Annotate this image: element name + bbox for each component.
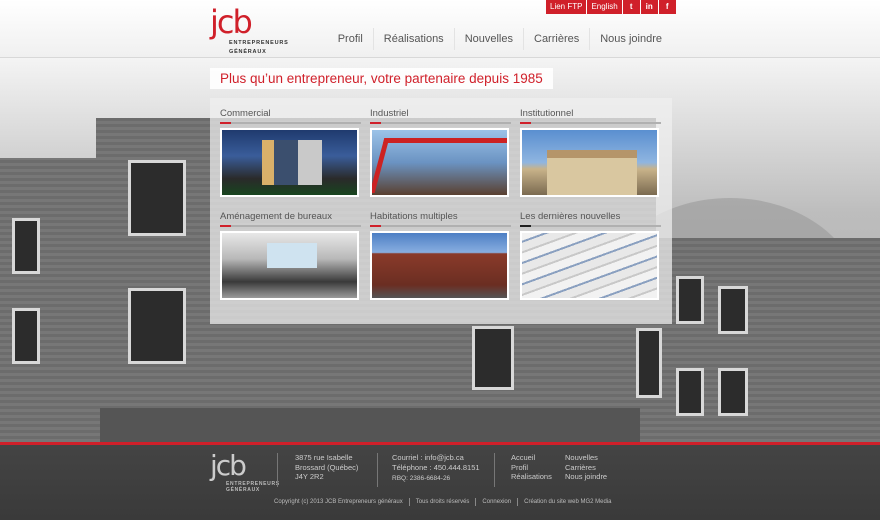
category-title[interactable]: Les dernières nouvelles: [520, 211, 661, 225]
address-line: 3875 rue Isabelle: [295, 453, 353, 462]
footer-address: 3875 rue Isabelle Brossard (Québec) J4Y …: [295, 453, 358, 482]
language-link[interactable]: English: [587, 0, 622, 14]
category-dernieres-nouvelles[interactable]: Les dernières nouvelles: [520, 211, 661, 300]
footer-bottom-bar: Copyright (c) 2013 JCB Entrepreneurs gén…: [274, 498, 617, 506]
category-title[interactable]: Institutionnel: [520, 108, 661, 122]
category-thumbnail[interactable]: [220, 128, 359, 197]
nav-profil[interactable]: Profil: [328, 28, 373, 50]
category-rule: [370, 122, 511, 124]
footer-logo[interactable]: jcb ENTREPRENEURS GÉNÉRAUX: [210, 449, 280, 494]
category-rule: [220, 122, 361, 124]
window: [718, 368, 748, 416]
storefront: [100, 408, 640, 445]
contact-email[interactable]: Courriel : info@jcb.ca: [392, 453, 480, 463]
category-institutionnel[interactable]: Institutionnel: [520, 108, 661, 197]
facebook-icon[interactable]: f: [658, 0, 676, 14]
contact-rbq: RBQ: 2386-6684-26: [392, 475, 451, 482]
footer-logo-mark: jcb: [210, 449, 247, 482]
linkedin-icon[interactable]: in: [640, 0, 658, 14]
window: [472, 326, 514, 390]
main-nav: Profil Réalisations Nouvelles Carrières …: [328, 28, 672, 50]
site-footer: jcb ENTREPRENEURS GÉNÉRAUX 3875 rue Isab…: [0, 442, 880, 520]
category-rule: [520, 225, 661, 227]
footer-divider: [494, 453, 495, 487]
footer-divider: [277, 453, 278, 487]
address-line: Brossard (Québec): [295, 462, 359, 472]
window: [128, 160, 186, 236]
footer-link-accueil[interactable]: Accueil: [511, 453, 552, 463]
footer-link-realisations[interactable]: Réalisations: [511, 472, 552, 482]
footer-contact: Courriel : info@jcb.ca Téléphone : 450.4…: [392, 453, 480, 484]
credit-link[interactable]: Création du site web MG2 Media: [517, 498, 617, 506]
category-rule: [520, 122, 661, 124]
jcb-logo[interactable]: jcb ENTREPRENEURS GÉNÉRAUX: [210, 6, 290, 56]
logo-subtitle-2: GÉNÉRAUX: [229, 49, 267, 55]
footer-divider: [377, 453, 378, 487]
twitter-icon[interactable]: t: [622, 0, 640, 14]
footer-link-carrieres[interactable]: Carrières: [565, 463, 607, 473]
building-left: [0, 158, 110, 445]
rights-text: Tous droits réservés: [408, 498, 476, 506]
footer-links-col1: Accueil Profil Réalisations: [511, 453, 552, 482]
site-header: jcb ENTREPRENEURS GÉNÉRAUX Lien FTP Engl…: [0, 0, 880, 58]
category-amenagement-bureaux[interactable]: Aménagement de bureaux: [220, 211, 361, 300]
window: [636, 328, 662, 398]
category-thumbnail[interactable]: [520, 231, 659, 300]
footer-logo-subtitle-2: GÉNÉRAUX: [226, 487, 260, 493]
footer-link-nous-joindre[interactable]: Nous joindre: [565, 472, 607, 482]
login-link[interactable]: Connexion: [475, 498, 517, 506]
category-title[interactable]: Aménagement de bureaux: [220, 211, 361, 225]
nav-carrieres[interactable]: Carrières: [523, 28, 589, 50]
category-thumbnail[interactable]: [520, 128, 659, 197]
footer-link-nouvelles[interactable]: Nouvelles: [565, 453, 607, 463]
nav-realisations[interactable]: Réalisations: [372, 28, 454, 50]
window: [718, 286, 748, 334]
nav-nous-joindre[interactable]: Nous joindre: [589, 28, 672, 50]
ftp-link[interactable]: Lien FTP: [546, 0, 587, 14]
logo-mark: jcb: [210, 3, 253, 41]
window: [676, 276, 704, 324]
window: [12, 308, 40, 364]
address-line: J4Y 2R2: [295, 472, 324, 481]
footer-link-profil[interactable]: Profil: [511, 463, 552, 473]
category-title[interactable]: Habitations multiples: [370, 211, 511, 225]
category-rule: [220, 225, 361, 227]
category-commercial[interactable]: Commercial: [220, 108, 361, 197]
category-panel: Commercial Industriel Institutionnel Amé…: [210, 98, 672, 324]
nav-nouvelles[interactable]: Nouvelles: [453, 28, 523, 50]
category-thumbnail[interactable]: [370, 231, 509, 300]
category-habitations-multiples[interactable]: Habitations multiples: [370, 211, 511, 300]
footer-links-col2: Nouvelles Carrières Nous joindre: [565, 453, 607, 482]
category-rule: [370, 225, 511, 227]
window: [128, 288, 186, 364]
logo-subtitle-1: ENTREPRENEURS: [229, 40, 289, 46]
window: [12, 218, 40, 274]
category-thumbnail[interactable]: [220, 231, 359, 300]
category-thumbnail[interactable]: [370, 128, 509, 197]
contact-phone: Téléphone : 450.444.8151: [392, 462, 480, 472]
category-title[interactable]: Commercial: [220, 108, 361, 122]
category-title[interactable]: Industriel: [370, 108, 511, 122]
window: [676, 368, 704, 416]
category-industriel[interactable]: Industriel: [370, 108, 511, 197]
top-utility-bar: Lien FTP English t in f: [546, 0, 676, 14]
copyright-text: Copyright (c) 2013 JCB Entrepreneurs gén…: [274, 499, 403, 505]
tagline: Plus qu’un entrepreneur, votre partenair…: [210, 68, 553, 89]
